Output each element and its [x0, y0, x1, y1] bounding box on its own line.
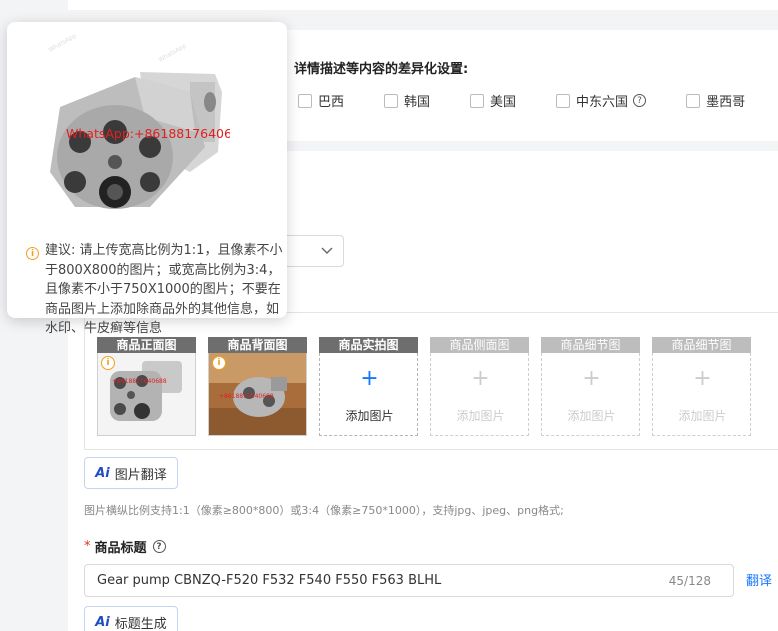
image-format-hint: 图片横纵比例支持1:1（像素≥800*800）或3:4（像素≥750*1000）…: [84, 504, 564, 517]
slot-label: 商品细节图: [541, 337, 640, 353]
country-label: 巴西: [318, 95, 345, 110]
add-image-button: + 添加图片: [541, 353, 640, 436]
image-slot-side: 商品侧面图 + 添加图片: [430, 337, 529, 436]
plus-icon: +: [693, 366, 712, 391]
warning-icon: i: [26, 247, 39, 260]
chevron-down-icon: [321, 247, 333, 254]
add-image-label: 添加图片: [345, 409, 394, 423]
char-count: 45/128: [668, 574, 711, 588]
plus-icon: +: [582, 366, 601, 391]
slot-label: 商品实拍图: [319, 337, 418, 353]
add-image-label: 添加图片: [456, 409, 505, 423]
suggestion-prefix: 建议:: [45, 243, 76, 258]
country-label: 美国: [490, 95, 517, 110]
checkbox[interactable]: [470, 93, 485, 108]
image-slot-detail-2: 商品细节图 + 添加图片: [652, 337, 751, 436]
ai-icon: Ai: [95, 465, 110, 481]
country-brazil[interactable]: 巴西: [298, 91, 344, 110]
checkbox[interactable]: [686, 93, 701, 108]
country-mexico[interactable]: 墨西哥: [686, 91, 745, 110]
image-slot-real-shot[interactable]: 商品实拍图 + 添加图片: [319, 337, 418, 436]
country-label: 韩国: [404, 95, 431, 110]
slot-label: 商品正面图: [97, 337, 196, 353]
image-slot-detail-1: 商品细节图 + 添加图片: [541, 337, 640, 436]
suggestion-body: 请上传宽高比例为1:1，且像素不小于800X800的图片；或宽高比例为3:4，且…: [45, 243, 283, 336]
add-image-button: + 添加图片: [652, 353, 751, 436]
svg-text:+8618817640688: +8618817640688: [112, 378, 167, 385]
checkbox[interactable]: [384, 93, 399, 108]
select-dropdown[interactable]: [280, 235, 344, 267]
product-title-input[interactable]: Gear pump CBNZQ-F520 F532 F540 F550 F563…: [84, 564, 734, 597]
slot-label: 商品细节图: [652, 337, 751, 353]
add-image-label: 添加图片: [567, 409, 616, 423]
warning-icon: i: [101, 356, 115, 370]
country-usa[interactable]: 美国: [470, 91, 516, 110]
country-korea[interactable]: 韩国: [384, 91, 430, 110]
product-title-label: * 商品标题 ?: [84, 537, 166, 556]
image-slot-back[interactable]: 商品背面图 +8618817640688 i: [208, 337, 307, 436]
gear-pump-preview-image: WhatsApp WhatsApp WhatsApp:+861881764068…: [40, 32, 230, 224]
help-icon[interactable]: ?: [633, 94, 647, 107]
ai-icon: Ai: [95, 614, 110, 630]
add-image-button[interactable]: + 添加图片: [319, 353, 418, 436]
button-label: 标题生成: [114, 616, 167, 631]
title-generate-button[interactable]: Ai 标题生成: [84, 606, 178, 631]
plus-icon: +: [360, 366, 379, 391]
country-middle-east[interactable]: 中东六国 ?: [556, 91, 647, 110]
image-translate-button[interactable]: Ai 图片翻译: [84, 457, 178, 489]
plus-icon: +: [471, 366, 490, 391]
tooltip-suggestion-text: 建议: 请上传宽高比例为1:1，且像素不小于800X800的图片；或宽高比例为3…: [45, 241, 285, 339]
country-label: 墨西哥: [706, 95, 746, 110]
country-checkbox-group: 巴西 韩国 美国 中东六国 ? 墨西哥: [298, 91, 745, 110]
back-image-thumbnail[interactable]: +8618817640688 i: [208, 353, 307, 436]
front-image-thumbnail[interactable]: +8618817640688 i: [97, 353, 196, 436]
button-label: 图片翻译: [114, 467, 167, 483]
page: 详情描述等内容的差异化设置: 巴西 韩国 美国 中东六国 ? 墨西哥 商品正面图: [0, 0, 778, 631]
label-text: 商品标题: [94, 541, 147, 556]
checkbox[interactable]: [556, 93, 571, 108]
watermark-text: WhatsApp:+8618817640688: [66, 126, 230, 141]
help-icon[interactable]: ?: [152, 540, 166, 553]
top-card: [68, 0, 778, 10]
checkbox[interactable]: [298, 93, 312, 108]
add-image-label: 添加图片: [678, 409, 727, 423]
add-image-button: + 添加图片: [430, 353, 529, 436]
image-preview-tooltip: WhatsApp WhatsApp WhatsApp:+861881764068…: [7, 22, 287, 336]
translate-link[interactable]: 翻译: [746, 570, 772, 589]
title-value: Gear pump CBNZQ-F520 F532 F540 F550 F563…: [97, 573, 442, 588]
svg-text:+8618817640688: +8618817640688: [219, 393, 274, 400]
slot-label: 商品背面图: [208, 337, 307, 353]
required-mark: *: [84, 539, 91, 554]
slot-label: 商品侧面图: [430, 337, 529, 353]
country-label: 中东六国: [576, 95, 629, 110]
image-slot-front[interactable]: 商品正面图 +8618817640688 i: [97, 337, 196, 436]
diff-settings-title: 详情描述等内容的差异化设置:: [294, 62, 469, 77]
warning-icon: i: [212, 356, 226, 370]
